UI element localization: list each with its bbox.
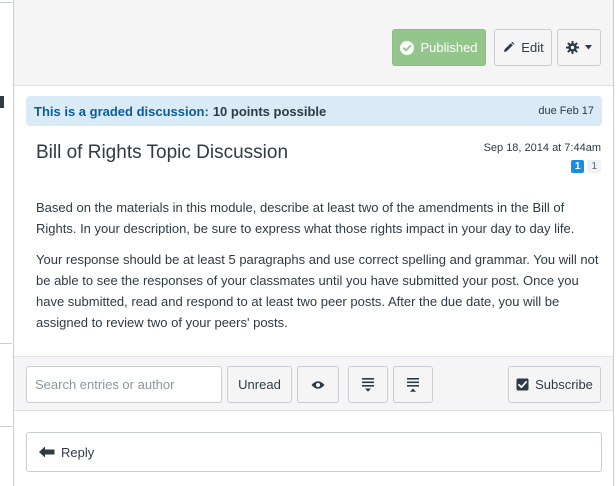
gear-icon xyxy=(566,41,579,54)
published-button[interactable]: Published xyxy=(392,29,486,66)
graded-discussion-banner: This is a graded discussion: 10 points p… xyxy=(26,96,602,126)
reply-arrow-icon xyxy=(39,446,55,458)
expand-all-button[interactable] xyxy=(348,366,388,403)
reply-button[interactable]: Reply xyxy=(26,432,602,472)
expand-icon xyxy=(362,377,374,392)
rail-divider xyxy=(0,2,12,3)
discussion-toolbar: Unread xyxy=(14,356,613,411)
subscribe-button[interactable]: Subscribe xyxy=(508,366,601,403)
published-label: Published xyxy=(420,40,478,55)
collapse-icon xyxy=(407,377,419,392)
edit-button[interactable]: Edit xyxy=(494,29,552,66)
total-count-badge: 1 xyxy=(587,160,601,173)
collapse-all-button[interactable] xyxy=(393,366,433,403)
body-paragraph: Your response should be at least 5 parag… xyxy=(36,252,599,330)
search-input[interactable] xyxy=(26,366,222,403)
points-possible: 10 points possible xyxy=(212,103,327,119)
rail-marker xyxy=(0,96,4,108)
unread-filter-button[interactable]: Unread xyxy=(227,366,292,403)
mark-read-button[interactable] xyxy=(297,366,339,403)
rail-divider xyxy=(0,426,12,427)
discussion-body: Based on the materials in this module, d… xyxy=(36,197,601,343)
topic-title: Bill of Rights Topic Discussion xyxy=(36,142,289,163)
discussion-panel: Published Edit This is a graded discussi… xyxy=(13,0,614,486)
entry-counts: 1 1 xyxy=(570,160,601,173)
body-paragraph: Based on the materials in this module, d… xyxy=(36,200,575,236)
left-rail xyxy=(0,0,13,486)
due-date: due Feb 17 xyxy=(538,105,594,117)
caret-down-icon xyxy=(585,45,592,50)
reply-label: Reply xyxy=(61,444,95,460)
unread-filter-label: Unread xyxy=(238,377,281,392)
posted-date: Sep 18, 2014 at 7:44am xyxy=(483,142,601,154)
pencil-icon xyxy=(504,41,515,52)
edit-label: Edit xyxy=(521,40,544,55)
graded-label: This is a graded discussion: xyxy=(34,103,209,119)
eye-icon xyxy=(311,380,325,389)
discussion-header: Published Edit xyxy=(14,0,613,86)
settings-menu-button[interactable] xyxy=(557,29,601,66)
unread-count-badge: 1 xyxy=(570,160,585,173)
check-circle-icon xyxy=(400,40,415,55)
rail-divider xyxy=(0,343,12,344)
subscribe-label: Subscribe xyxy=(535,377,593,392)
checkbox-checked-icon xyxy=(516,378,529,391)
